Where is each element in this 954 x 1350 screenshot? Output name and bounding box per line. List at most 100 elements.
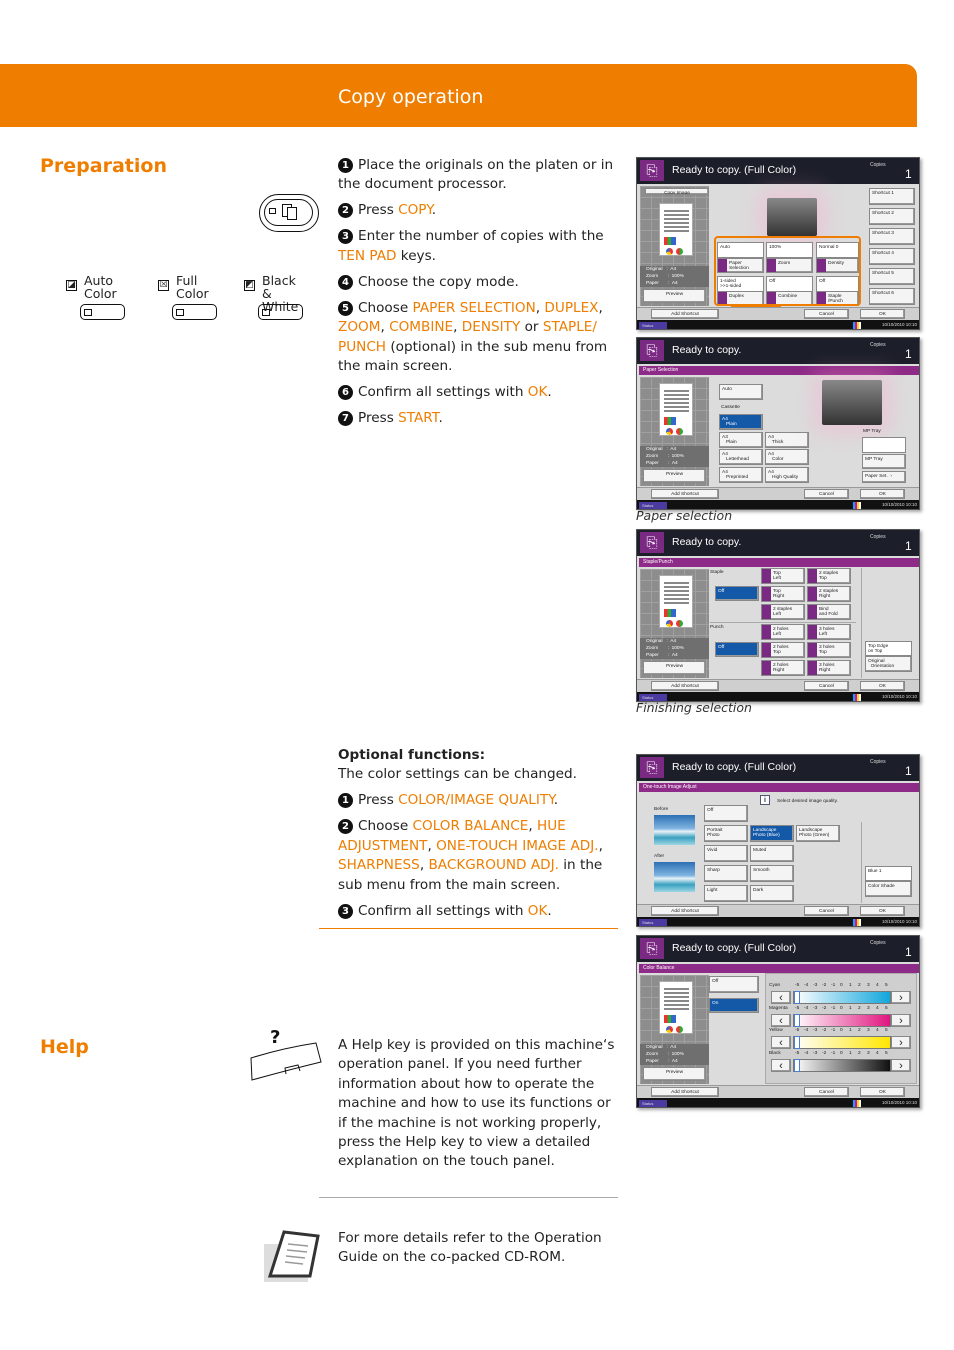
ok-button[interactable]: OK [860, 309, 905, 319]
cancel-button[interactable]: Cancel [804, 681, 849, 691]
cancel-button[interactable]: Cancel [804, 309, 849, 319]
image-adjust-option[interactable]: Dark [750, 885, 794, 902]
punch-option[interactable]: 3 holes Right [807, 660, 851, 676]
slider-thumb[interactable] [794, 1013, 800, 1027]
paper-button[interactable]: A4 Preprinted [719, 467, 763, 483]
mode-label: Auto Color [84, 273, 117, 301]
cancel-button[interactable]: Cancel [804, 489, 849, 499]
slider-thumb[interactable] [794, 1036, 800, 1049]
image-adjust-option[interactable]: Portrait Photo [704, 825, 748, 842]
status-button[interactable]: Status [639, 1100, 667, 1107]
cancel-button[interactable]: Cancel [804, 906, 849, 916]
pie-thumbnail [666, 428, 673, 435]
punch-option[interactable]: 2 holes Left [761, 624, 805, 640]
increase-magenta-button[interactable]: › [891, 1013, 911, 1027]
mode-button-2[interactable]: ◩ Black & White [244, 274, 314, 322]
tick-label: 0 [840, 1028, 843, 1033]
preview-button[interactable]: Preview [643, 289, 706, 303]
add-shortcut-button[interactable]: Add Shortcut [651, 489, 719, 499]
mode-key[interactable] [172, 304, 217, 320]
staple-off-button[interactable]: Off [715, 586, 759, 601]
status-button[interactable]: Status [639, 919, 667, 926]
paper-button[interactable]: A4 Color [765, 449, 809, 465]
decrease-yellow-button[interactable]: ‹ [771, 1036, 791, 1049]
status-bar: Status 10/10/2010 10:10 [637, 500, 919, 509]
staple-option[interactable]: Top Right [761, 586, 805, 602]
punch-option[interactable]: 2 holes Top [761, 642, 805, 658]
shortcut-button-1[interactable]: Shortcut 1 [869, 188, 915, 205]
decrease-cyan-button[interactable]: ‹ [771, 991, 791, 1004]
slider-black[interactable] [793, 1058, 891, 1072]
image-adjust-option[interactable]: Sharp [704, 865, 748, 882]
decrease-black-button[interactable]: ‹ [771, 1058, 791, 1072]
ok-button[interactable]: OK [860, 489, 905, 499]
image-adjust-option[interactable]: Smooth [750, 865, 794, 882]
add-shortcut-button[interactable]: Add Shortcut [651, 681, 719, 691]
auto-paper-button[interactable]: Auto [719, 384, 763, 400]
mode-key[interactable] [258, 304, 303, 320]
paper-button[interactable]: A3 Plain [719, 432, 763, 448]
decrease-magenta-button[interactable]: ‹ [771, 1013, 791, 1027]
image-adjust-option[interactable]: Landscape Photo (Green) [796, 825, 840, 842]
shortcut-button-3[interactable]: Shortcut 3 [869, 228, 915, 245]
image-adjust-option[interactable]: Landscape Photo (Blue) [750, 825, 794, 842]
copy-icon: ⎘ [640, 757, 664, 778]
color-shade-button[interactable]: Color Shade [865, 881, 912, 897]
step-text: Press [358, 792, 399, 809]
staple-option[interactable]: Top Left [761, 568, 805, 584]
shortcut-button-5[interactable]: Shortcut 5 [869, 268, 915, 285]
staple-option[interactable]: Bind and Fold [807, 604, 851, 620]
add-shortcut-button[interactable]: Add Shortcut [651, 1087, 719, 1097]
step-text: . [438, 410, 443, 427]
shortcut-button-2[interactable]: Shortcut 2 [869, 208, 915, 225]
image-adjust-option[interactable]: Light [704, 885, 748, 902]
preview-button[interactable]: Preview [643, 1067, 706, 1081]
paper-set-button[interactable]: Paper Set. › [862, 471, 906, 483]
mode-key[interactable] [80, 304, 125, 320]
zoom-info: Zoom : 100% [640, 645, 709, 652]
tick-label: -5 [795, 983, 800, 988]
punch-option[interactable]: 2 holes Right [761, 660, 805, 676]
increase-cyan-button[interactable]: › [891, 991, 911, 1004]
image-adjust-option[interactable]: Muted [750, 845, 794, 862]
punch-off-button[interactable]: Off [715, 642, 759, 657]
color-balance-on[interactable]: On [709, 998, 759, 1013]
cancel-button[interactable]: Cancel [804, 1087, 849, 1097]
increase-black-button[interactable]: › [891, 1058, 911, 1072]
staple-option[interactable]: 2 staples Right [807, 586, 851, 602]
preview-button[interactable]: Preview [643, 661, 706, 675]
staple-option[interactable]: 2 staples Left [761, 604, 805, 620]
shortcut-button-6[interactable]: Shortcut 6 [869, 288, 915, 305]
cassette-a4-plain[interactable]: A4 Plain [719, 414, 763, 430]
staple-option[interactable]: 2 staples Top [807, 568, 851, 584]
image-adjust-option[interactable]: Vivid [704, 845, 748, 862]
add-shortcut-button[interactable]: Add Shortcut [651, 906, 719, 916]
ok-button[interactable]: OK [860, 906, 905, 916]
preview-button[interactable]: Preview [643, 469, 706, 483]
status-button[interactable]: Status [639, 502, 667, 509]
increase-yellow-button[interactable]: › [891, 1036, 911, 1049]
mode-button-1[interactable]: ☒ Full Color [158, 274, 228, 322]
before-label: Before [654, 807, 669, 812]
image-adjust-option[interactable]: Off [704, 805, 748, 822]
slider-magenta[interactable] [793, 1013, 891, 1027]
paper-button[interactable]: A4 High Quality [765, 467, 809, 483]
slider-cyan[interactable] [793, 991, 891, 1004]
shortcut-button-4[interactable]: Shortcut 4 [869, 248, 915, 265]
slider-yellow[interactable] [793, 1036, 891, 1049]
ok-button[interactable]: OK [860, 1087, 905, 1097]
mode-button-0[interactable]: ◪ Auto Color [66, 274, 136, 322]
paper-button[interactable]: A4 Thick [765, 432, 809, 448]
ok-button[interactable]: OK [860, 681, 905, 691]
status-button[interactable]: Status [639, 694, 667, 701]
original-orientation-button[interactable]: Original Orientation [865, 656, 912, 672]
add-shortcut-button[interactable]: Add Shortcut [651, 309, 719, 319]
status-button[interactable]: Status [639, 322, 667, 329]
color-balance-off[interactable]: Off [709, 976, 759, 993]
slider-thumb[interactable] [794, 991, 800, 1004]
slider-thumb[interactable] [794, 1058, 800, 1072]
paper-button[interactable]: A4 Letterhead [719, 449, 763, 465]
punch-option[interactable]: 3 holes Left [807, 624, 851, 640]
mp-tray-button[interactable]: MP Tray [862, 454, 906, 469]
punch-option[interactable]: 3 holes Top [807, 642, 851, 658]
